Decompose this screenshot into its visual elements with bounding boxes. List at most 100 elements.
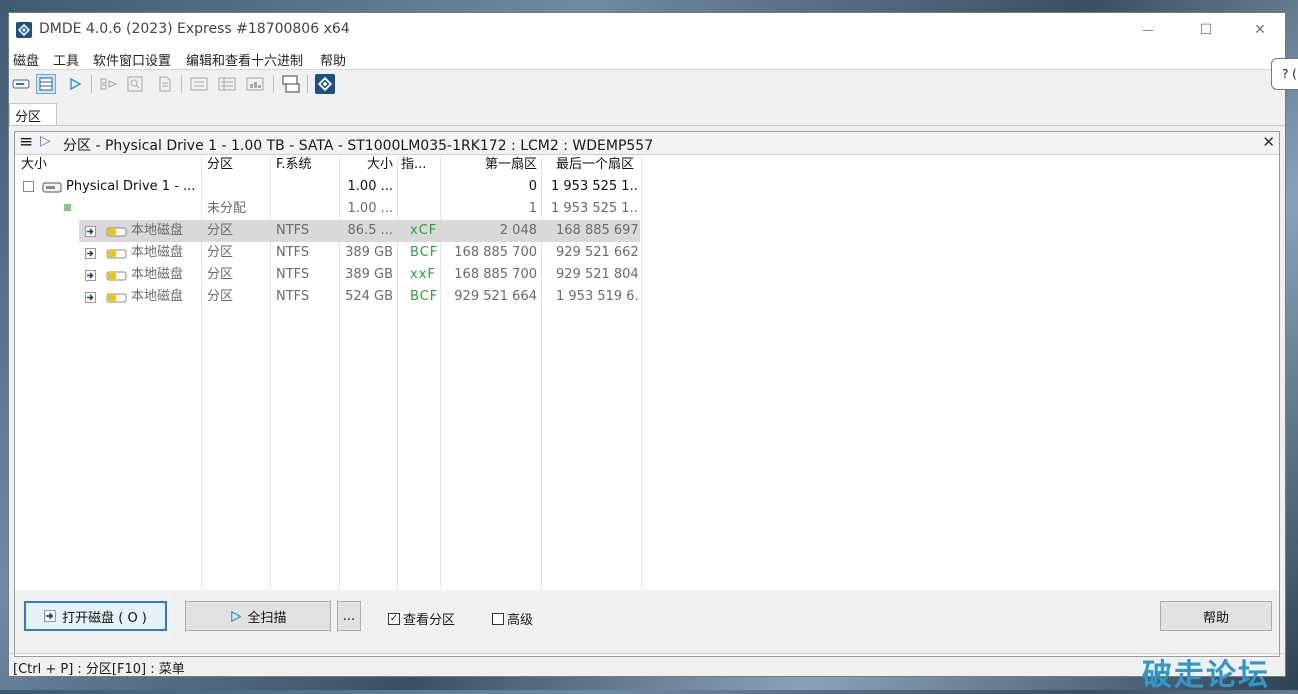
close-window-button[interactable]: ✕ [1237,13,1283,47]
advanced-checkbox[interactable]: 高级 [492,609,533,628]
partition-drive-icon [106,249,127,259]
hard-drive-icon [42,182,62,193]
cell-size: 389 GB [345,245,393,260]
tab-strip: 分区 [9,101,1285,126]
partitions-view-icon[interactable] [36,74,56,94]
checkbox-checked-icon: ✓ [388,612,400,625]
disk-view-icon[interactable] [11,74,31,94]
checkbox-unchecked-icon [492,612,504,625]
minimize-icon: — [1142,23,1154,37]
full-scan-button[interactable]: 全扫描 [185,601,331,631]
open-disk-label: 打开磁盘 ( O ) [62,610,147,626]
row-checkbox[interactable] [23,181,34,192]
cell-first-sector: 929 521 664 [454,289,537,304]
partitions-table: 大小 分区 F.系统 大小 指... 第一扇区 最后一个扇区 Physical … [15,154,1279,590]
panel-header: ≡ ▷ 分区 - Physical Drive 1 - 1.00 TB - SA… [15,132,1279,155]
maximize-icon: ☐ [1199,22,1213,38]
cell-flags: xxF [410,267,436,282]
enter-arrow-icon[interactable] [85,270,96,281]
cell-name: Physical Drive 1 - ... [66,179,196,194]
toolbar [9,70,1285,98]
view-partitions-checkbox[interactable]: ✓ 查看分区 [388,609,455,628]
bottom-action-bar: 打开磁盘 ( O ) 全扫描 ... ✓ 查看分区 高级 帮助 [15,590,1279,655]
menu-help[interactable]: 帮助 [320,50,346,69]
view-partitions-label: 查看分区 [403,613,456,628]
cell-first-sector: 1 [528,201,537,216]
details-icon[interactable] [217,74,237,94]
enter-arrow-icon[interactable] [85,292,96,303]
partition-drive-icon [106,293,127,303]
more-options-button[interactable]: ... [337,601,361,631]
panel-close-icon[interactable]: ✕ [1262,133,1275,151]
open-disk-button[interactable]: 打开磁盘 ( O ) [24,601,167,631]
cell-size: 1.00 ... [347,179,393,194]
file-tree-icon[interactable] [99,74,119,94]
minimize-button[interactable]: — [1125,13,1171,47]
cell-size: 86.5 ... [347,223,393,238]
cell-type: 未分配 [207,201,247,216]
dmde-logo-icon [16,22,32,38]
cell-first-sector: 168 885 700 [454,267,537,282]
menu-window-settings[interactable]: 软件窗口设置 [93,50,171,69]
close-icon: ✕ [1254,22,1266,38]
play-icon [231,610,242,622]
cell-type: 分区 [207,223,234,238]
status-text: [Ctrl + P] : 分区[F10] : 菜单 [13,662,185,677]
enter-arrow-icon[interactable] [85,226,96,237]
advanced-label: 高级 [507,613,534,628]
header-name[interactable]: 大小 [21,154,171,176]
maximize-button[interactable]: ☐ [1183,13,1229,47]
cell-last-sector: 1 953 519 6... [556,289,640,304]
cell-filesystem: NTFS [276,245,310,260]
search-icon[interactable] [125,74,145,94]
status-bar: [Ctrl + P] : 分区[F10] : 菜单 [9,653,1285,678]
enter-arrow-icon [44,610,57,622]
document-icon[interactable] [155,74,175,94]
cell-flags: BCF [410,245,439,260]
cell-first-sector: 168 885 700 [454,245,537,260]
header-size[interactable]: 大小 [341,154,393,176]
play-icon[interactable] [65,74,85,94]
cell-flags: xCF [410,223,438,238]
cell-type: 分区 [207,245,234,260]
header-first-sector[interactable]: 第一扇区 [443,154,537,176]
menu-hex-editor[interactable]: 编辑和查看十六进制 [186,50,303,69]
dmde-logo-button-icon[interactable] [315,74,335,94]
window-split-icon[interactable] [281,74,301,94]
cell-size: 389 GB [345,267,393,282]
image-icon[interactable] [245,74,265,94]
help-button[interactable]: 帮助 [1160,601,1272,631]
enter-arrow-icon[interactable] [85,248,96,259]
menu-bar: 磁盘 工具 软件窗口设置 编辑和查看十六进制 帮助 [9,47,1285,70]
cell-last-sector: 1 953 525 1... [551,179,639,194]
list-icon[interactable] [189,74,209,94]
cell-name: 本地磁盘 [131,245,184,260]
hamburger-menu-icon[interactable]: ≡ [19,132,33,152]
cell-type: 分区 [207,289,234,304]
cell-first-sector: 0 [528,179,537,194]
header-filesystem[interactable]: F.系统 [276,154,336,176]
cell-first-sector: 2 048 [499,223,537,238]
full-scan-label: 全扫描 [247,610,287,626]
cell-filesystem: NTFS [276,289,310,304]
cell-name: 本地磁盘 [131,289,184,304]
cell-last-sector: 929 521 662 [556,245,639,260]
header-flags[interactable]: 指... [401,154,439,176]
tab-partitions[interactable]: 分区 [9,103,57,125]
tooltip: ? ( [1271,58,1298,90]
cell-type: 分区 [207,267,234,282]
cell-name: 本地磁盘 [131,223,184,238]
partition-drive-icon [106,227,127,237]
menu-tools[interactable]: 工具 [53,50,79,69]
cell-filesystem: NTFS [276,267,310,282]
cell-size: 524 GB [345,289,393,304]
play-icon[interactable]: ▷ [40,133,51,149]
panel-title: 分区 - Physical Drive 1 - 1.00 TB - SATA -… [63,138,654,154]
app-window: DMDE 4.0.6 (2023) Express #18700806 x64 … [8,12,1286,677]
header-type[interactable]: 分区 [207,154,267,176]
partitions-panel: ≡ ▷ 分区 - Physical Drive 1 - 1.00 TB - SA… [14,131,1280,657]
header-last-sector[interactable]: 最后一个扇区 [556,154,640,176]
title-bar: DMDE 4.0.6 (2023) Express #18700806 x64 … [9,13,1285,47]
menu-disk[interactable]: 磁盘 [13,50,39,69]
unallocated-marker-icon [64,204,71,211]
